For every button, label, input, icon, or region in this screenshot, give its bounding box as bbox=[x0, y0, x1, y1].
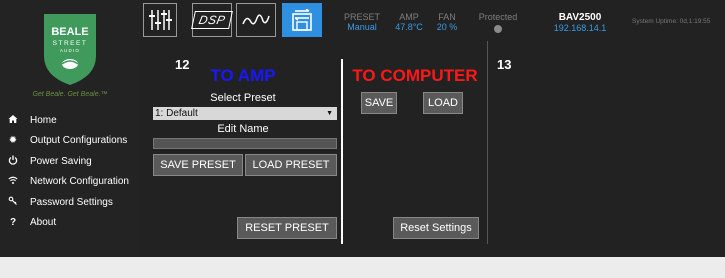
sidebar-item-label: Home bbox=[30, 114, 57, 126]
brand-tagline: Get Beale. Get Beale.™ bbox=[32, 91, 108, 98]
amp-value: 47.8°C bbox=[395, 22, 423, 32]
preset-select[interactable]: 1: Default ▼ bbox=[153, 107, 337, 120]
reset-preset-button[interactable]: RESET PRESET bbox=[237, 217, 337, 239]
sidebar-item-label: About bbox=[30, 217, 57, 229]
to-amp-heading: TO AMP bbox=[210, 66, 276, 85]
question-icon: ? bbox=[9, 217, 17, 229]
tab-save-load[interactable] bbox=[282, 3, 322, 37]
load-preset-button[interactable]: LOAD PRESET bbox=[245, 154, 337, 176]
preset-label: PRESET bbox=[343, 12, 380, 22]
preset-value: Manual bbox=[347, 22, 377, 32]
fan-label: FAN bbox=[438, 12, 456, 22]
tab-waveform[interactable] bbox=[236, 3, 276, 37]
right-marker-number: 13 bbox=[497, 57, 512, 72]
load-button[interactable]: LOAD bbox=[423, 92, 463, 114]
sidebar-item-home[interactable]: Home bbox=[0, 110, 140, 131]
svg-text:STREET: STREET bbox=[53, 40, 88, 47]
sidebar-item-label: Network Configuration bbox=[30, 176, 129, 188]
sidebar-item-label: Output Configurations bbox=[30, 135, 128, 147]
tab-dsp[interactable]: DSP bbox=[190, 3, 234, 37]
system-uptime: System Uptime: 0d,1:19:55 bbox=[632, 18, 711, 25]
edit-name-label: Edit Name bbox=[217, 123, 269, 135]
preset-select-value: 1: Default bbox=[155, 108, 198, 119]
reset-settings-button[interactable]: Reset Settings bbox=[393, 217, 479, 239]
beale-street-logo: BEALE STREET AUDIO bbox=[40, 12, 100, 87]
device-ip: 192.168.14.1 bbox=[553, 23, 607, 33]
svg-text:BEALE: BEALE bbox=[51, 26, 88, 38]
home-icon bbox=[6, 114, 20, 127]
select-preset-label: Select Preset bbox=[210, 92, 276, 104]
tab-eq-sliders[interactable] bbox=[143, 3, 177, 37]
amp-label: AMP bbox=[399, 12, 419, 22]
sidebar-item-password-settings[interactable]: Password Settings bbox=[0, 192, 140, 213]
key-icon bbox=[6, 196, 20, 209]
logo-shield-icon: BEALE STREET AUDIO bbox=[44, 14, 96, 85]
preset-status: PRESET Manual bbox=[340, 12, 384, 33]
protected-label: Protected bbox=[478, 12, 518, 22]
top-toolbar: DSP PRESET Manual AMP 47.8°C FAN 20 % Pr… bbox=[140, 0, 725, 40]
protected-status: Protected bbox=[474, 12, 522, 33]
fan-value: 20 % bbox=[436, 22, 458, 32]
chevron-down-icon: ▼ bbox=[326, 110, 333, 117]
dsp-label: DSP bbox=[190, 11, 234, 29]
sidebar: BEALE STREET AUDIO Get Beale. Get Beale.… bbox=[0, 0, 140, 257]
sidebar-item-output-configurations[interactable]: ✹ Output Configurations bbox=[0, 131, 140, 152]
save-icon bbox=[292, 9, 312, 31]
sidebar-item-about[interactable]: ? About bbox=[0, 213, 140, 234]
device-info: BAV2500 192.168.14.1 bbox=[540, 12, 620, 34]
sidebar-item-label: Power Saving bbox=[30, 155, 92, 167]
waveform-icon bbox=[242, 14, 270, 25]
svg-text:AUDIO: AUDIO bbox=[60, 48, 80, 53]
to-computer-heading: TO COMPUTER bbox=[352, 66, 478, 85]
sidebar-item-label: Password Settings bbox=[30, 196, 113, 208]
sidebar-menu: Home ✹ Output Configurations Power Savin… bbox=[0, 110, 140, 233]
sidebar-item-network-configuration[interactable]: Network Configuration bbox=[0, 172, 140, 193]
app-window: BEALE STREET AUDIO Get Beale. Get Beale.… bbox=[0, 0, 725, 257]
power-icon bbox=[6, 155, 20, 168]
sliders-icon bbox=[149, 10, 172, 30]
gear-icon: ✹ bbox=[8, 135, 18, 147]
fan-status: FAN 20 % bbox=[431, 12, 463, 33]
save-preset-button[interactable]: SAVE PRESET bbox=[153, 154, 243, 176]
section-divider bbox=[341, 59, 343, 244]
save-button[interactable]: SAVE bbox=[361, 92, 397, 114]
device-name: BAV2500 bbox=[558, 12, 602, 23]
protected-indicator-icon bbox=[494, 25, 502, 33]
preset-panel: 12 13 TO AMP TO COMPUTER Select Preset 1… bbox=[145, 41, 511, 244]
sidebar-item-power-saving[interactable]: Power Saving bbox=[0, 151, 140, 172]
wifi-icon bbox=[6, 175, 20, 188]
amp-temp-status: AMP 47.8°C bbox=[389, 12, 429, 33]
preset-name-input[interactable] bbox=[153, 138, 337, 149]
